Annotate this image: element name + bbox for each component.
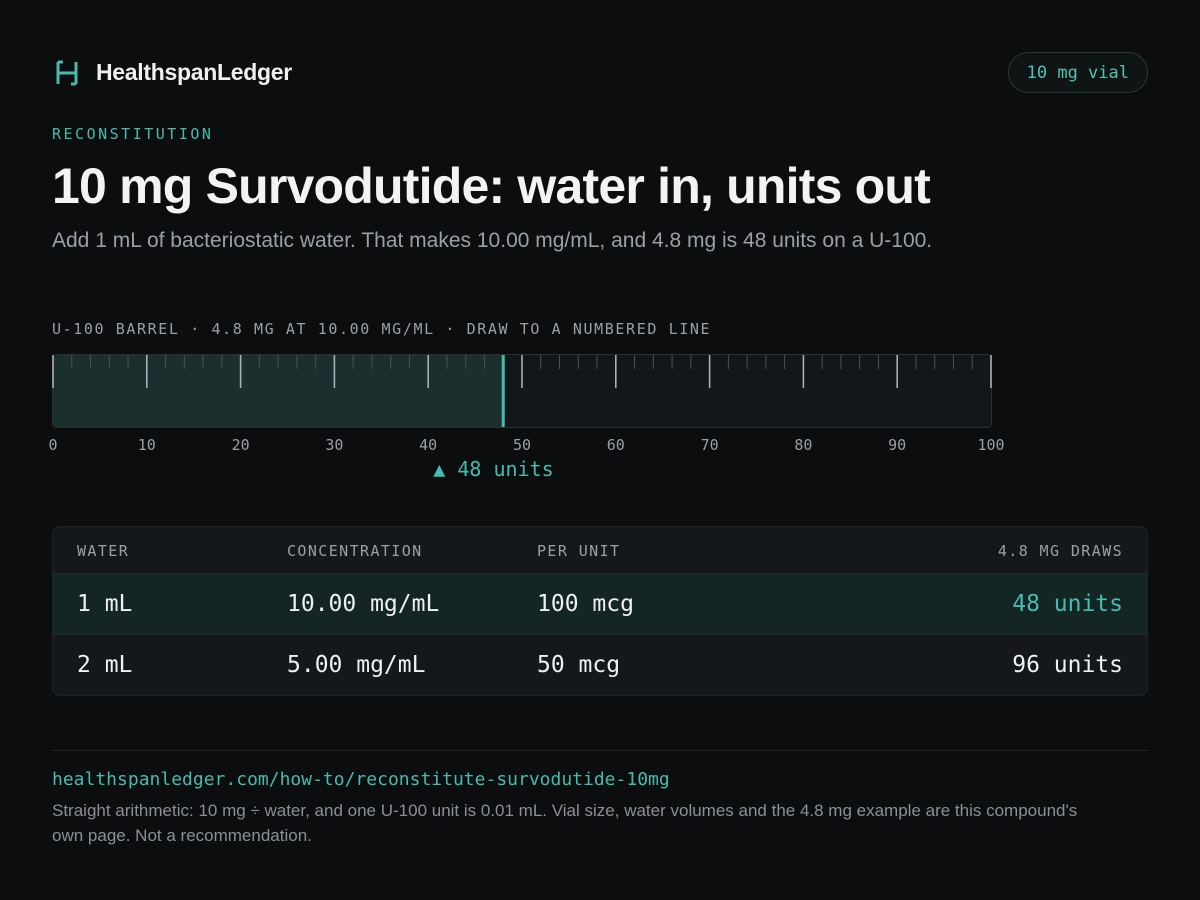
cell-draws: 96 units xyxy=(1012,652,1123,678)
footer-divider xyxy=(52,750,1148,751)
header: HealthspanLedger 10 mg vial xyxy=(52,52,1148,93)
barrel-tick-label: 30 xyxy=(325,436,344,454)
barrel-tick-label: 10 xyxy=(137,436,156,454)
barrel-tick-label: 0 xyxy=(48,436,58,454)
barrel-tick-label: 60 xyxy=(606,436,625,454)
header-draws: 4.8 MG DRAWS xyxy=(997,542,1123,560)
barrel-tick-label: 80 xyxy=(794,436,813,454)
cell-water: 1 mL xyxy=(77,591,133,617)
table-row: 2 mL 5.00 mg/mL 50 mcg 96 units xyxy=(53,635,1147,695)
cell-concentration: 5.00 mg/mL xyxy=(287,652,426,678)
brand[interactable]: HealthspanLedger xyxy=(52,52,292,93)
cell-concentration: 10.00 mg/mL xyxy=(287,591,440,617)
h-bracket-logo-icon xyxy=(52,58,82,88)
barrel-tick-labels: 0 10 20 30 40 50 60 70 80 90 100 xyxy=(48,436,1004,456)
syringe-barrel xyxy=(52,354,992,428)
header-per-unit: PER UNIT xyxy=(537,542,621,560)
section-eyebrow: RECONSTITUTION xyxy=(52,125,214,143)
cell-per-unit: 100 mcg xyxy=(537,591,634,617)
barrel-label: U-100 BARREL · 4.8 MG AT 10.00 MG/ML · D… xyxy=(52,320,712,338)
page-title: 10 mg Survodutide: water in, units out xyxy=(52,158,931,214)
barrel-tick-label: 40 xyxy=(419,436,438,454)
barrel-tick-label: 50 xyxy=(512,436,532,454)
header-concentration: CONCENTRATION xyxy=(287,542,423,560)
barrel-tick-label: 90 xyxy=(888,436,907,454)
vial-size-badge: 10 mg vial xyxy=(1007,52,1148,93)
barrel-tick-label: 20 xyxy=(231,436,250,454)
brand-name: HealthspanLedger xyxy=(96,59,292,85)
header-water: WATER xyxy=(77,542,130,560)
syringe-barrel-graphic xyxy=(52,354,992,428)
draw-pointer: ▲ 48 units xyxy=(433,457,554,481)
dilution-table: WATER CONCENTRATION PER UNIT 4.8 MG DRAW… xyxy=(52,526,1148,696)
table-header: WATER CONCENTRATION PER UNIT 4.8 MG DRAW… xyxy=(53,527,1147,574)
cell-per-unit: 50 mcg xyxy=(537,652,621,678)
cell-water: 2 mL xyxy=(77,652,133,678)
barrel-tick-label: 100 xyxy=(977,436,1005,454)
barrel-tick-label: 70 xyxy=(700,436,719,454)
footer-note: Straight arithmetic: 10 mg ÷ water, and … xyxy=(52,801,1078,845)
table-row: 1 mL 10.00 mg/mL 100 mcg 48 units xyxy=(53,574,1147,635)
source-link[interactable]: healthspanledger.com/how-to/reconstitute… xyxy=(52,769,670,790)
cell-draws: 48 units xyxy=(1012,591,1123,617)
page-subtitle: Add 1 mL of bacteriostatic water. That m… xyxy=(52,229,933,252)
